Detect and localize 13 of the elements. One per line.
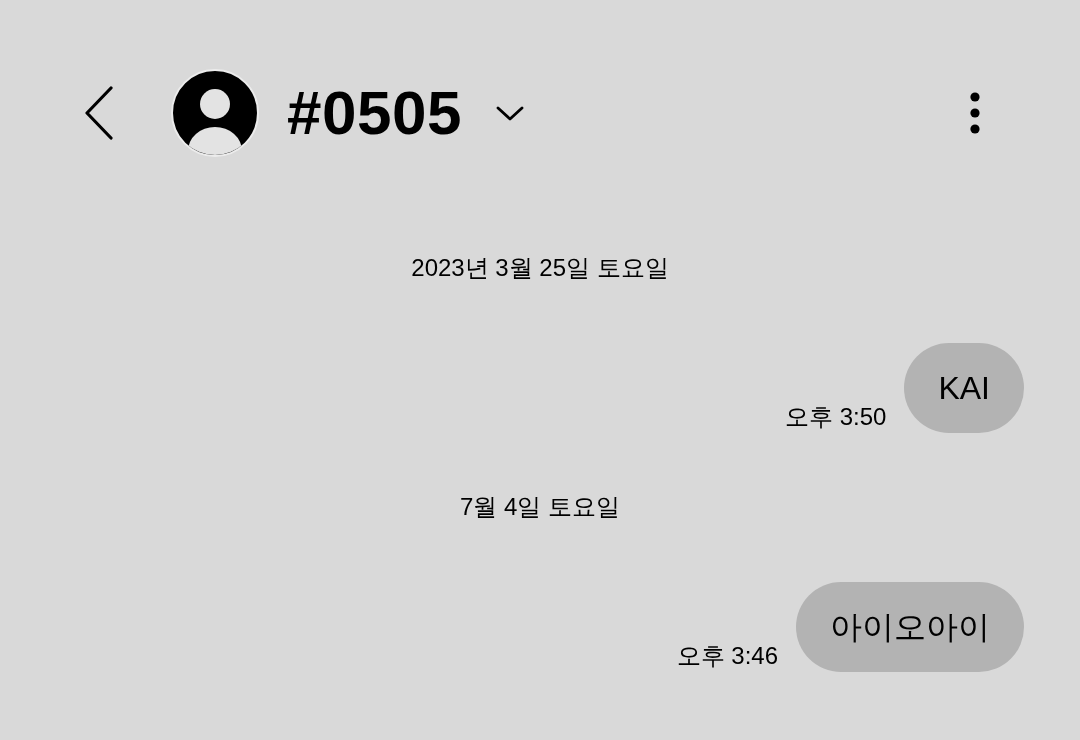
caret-icon [495, 106, 524, 122]
date-divider: 7월 4일 토요일 [460, 492, 620, 522]
kebab-menu-icon [970, 92, 980, 134]
back-button[interactable] [84, 86, 114, 140]
back-chevron-icon [84, 86, 114, 140]
message-bubble: 아이오아이 [796, 582, 1024, 672]
message-time: 오후 3:46 [676, 641, 778, 671]
more-options-button[interactable] [970, 92, 980, 134]
contact-title-button[interactable]: #0505 [287, 77, 524, 149]
avatar-silhouette-icon[interactable] [170, 68, 260, 158]
message-bubble: KAI [904, 343, 1024, 433]
message-time: 오후 3:50 [785, 402, 887, 432]
date-divider: 2023년 3월 25일 토요일 [411, 253, 669, 283]
